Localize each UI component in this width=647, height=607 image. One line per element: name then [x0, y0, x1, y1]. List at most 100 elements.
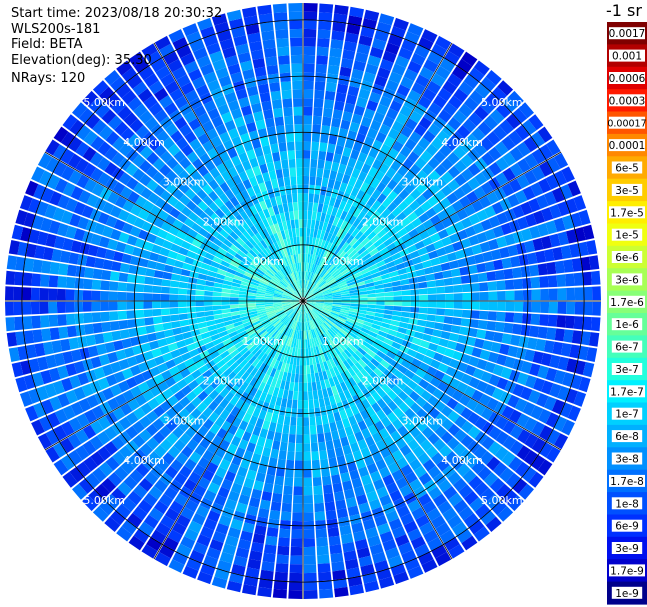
heatmap-bin [94, 257, 105, 269]
heatmap-bin [427, 294, 437, 301]
heatmap-bin [314, 511, 326, 521]
heatmap-bin [32, 329, 43, 343]
heatmap-bin [169, 287, 179, 295]
heatmap-bin [303, 512, 314, 522]
heatmap-bin [367, 304, 377, 309]
heatmap-bin [152, 277, 163, 286]
heatmap-bin [117, 301, 127, 311]
heatmap-bin [289, 425, 297, 435]
heatmap-bin [290, 219, 296, 229]
heatmap-bin [204, 285, 214, 292]
heatmap-bin [118, 320, 129, 330]
heatmap-bin [91, 301, 101, 312]
heatmap-bin [283, 176, 291, 186]
heatmap-bin [296, 356, 300, 366]
heatmap-bin [13, 301, 23, 316]
heatmap-bin [288, 3, 303, 12]
heatmap-bin [126, 283, 136, 292]
heatmap-bin [367, 293, 377, 298]
ring-label: 1.00km [242, 255, 284, 268]
heatmap-bin [135, 309, 145, 319]
heatmap-bin [160, 301, 170, 308]
heatmap-bin [320, 133, 329, 144]
heatmap-bin [282, 389, 289, 399]
heatmap-bin [204, 290, 213, 296]
heatmap-bin [436, 294, 446, 301]
device-label: WLS200s-181 [11, 22, 101, 37]
heatmap-bin [39, 288, 49, 301]
heatmap-bin [285, 124, 294, 134]
heatmap-bin [450, 268, 461, 277]
heatmap-bin [247, 298, 256, 301]
ring-label: 5.00km [83, 96, 125, 109]
heatmap-bin [331, 430, 340, 441]
heatmap-bin [306, 227, 311, 237]
heatmap-bin [440, 262, 451, 271]
heatmap-bin [195, 311, 206, 318]
heatmap-bin [303, 236, 307, 246]
heatmap-bin [493, 259, 504, 270]
heatmap-bin [423, 266, 434, 275]
heatmap-bin [270, 448, 279, 459]
heatmap-bin [83, 312, 93, 324]
heatmap-bin [513, 312, 523, 324]
heatmap-bin [318, 441, 327, 452]
heatmap-bin [540, 301, 550, 314]
heatmap-bin [268, 134, 278, 145]
ring-label: 5.00km [83, 494, 125, 507]
heatmap-bin [280, 194, 288, 204]
heatmap-bin [333, 438, 342, 449]
ring-label: 2.00km [203, 216, 245, 229]
heatmap-bin [391, 315, 401, 322]
heatmap-bin [496, 311, 506, 322]
heatmap-bin [311, 381, 317, 391]
heatmap-bin [328, 535, 341, 546]
heatmap-bin [415, 325, 426, 333]
heatmap-bin [273, 484, 283, 495]
heatmap-bin [292, 503, 303, 513]
heatmap-bin [138, 334, 149, 344]
heatmap-bin [303, 253, 306, 263]
heatmap-bin [212, 305, 222, 311]
heatmap-bin [512, 323, 522, 335]
heatmap-bin [279, 441, 288, 452]
elevation-label: Elevation(deg): 35.30 [11, 53, 152, 68]
heatmap-bin [263, 482, 274, 493]
heatmap-bin [433, 271, 444, 280]
heatmap-bin [277, 414, 285, 425]
heatmap-bin [477, 320, 488, 330]
field-label: Field: BETA [11, 37, 83, 52]
heatmap-bin [318, 20, 332, 31]
heatmap-bin [547, 314, 558, 327]
heatmap-bin [476, 263, 487, 273]
heatmap-bin [418, 313, 428, 321]
heatmap-bin [269, 510, 281, 520]
ring-label: 1.00km [242, 335, 284, 348]
heatmap-bin [196, 316, 206, 324]
heatmap-bin [285, 133, 295, 143]
heatmap-bin [91, 279, 102, 290]
heatmap-bin [275, 169, 283, 179]
heatmap-bin [592, 301, 601, 316]
heatmap-bin [303, 425, 310, 435]
heatmap-bin [6, 255, 18, 270]
heatmap-bin [307, 219, 312, 229]
heatmap-bin [514, 290, 524, 301]
heatmap-bin [400, 316, 410, 324]
heatmap-bin [505, 301, 515, 312]
heatmap-bin [276, 554, 289, 564]
heatmap-bin [488, 301, 498, 311]
heatmap-bin [292, 89, 303, 99]
heatmap-bin [303, 219, 307, 228]
heatmap-bin [289, 20, 303, 30]
heatmap-bin [195, 301, 204, 307]
heatmap-bin [299, 365, 303, 375]
heatmap-bin [318, 571, 332, 582]
heatmap-bin [400, 278, 410, 286]
heatmap-bin [358, 301, 368, 305]
heatmap-bin [311, 451, 320, 461]
heatmap-bin [436, 308, 446, 316]
heatmap-bin [22, 301, 32, 315]
heatmap-bin [134, 292, 144, 301]
heatmap-bin [213, 309, 223, 315]
